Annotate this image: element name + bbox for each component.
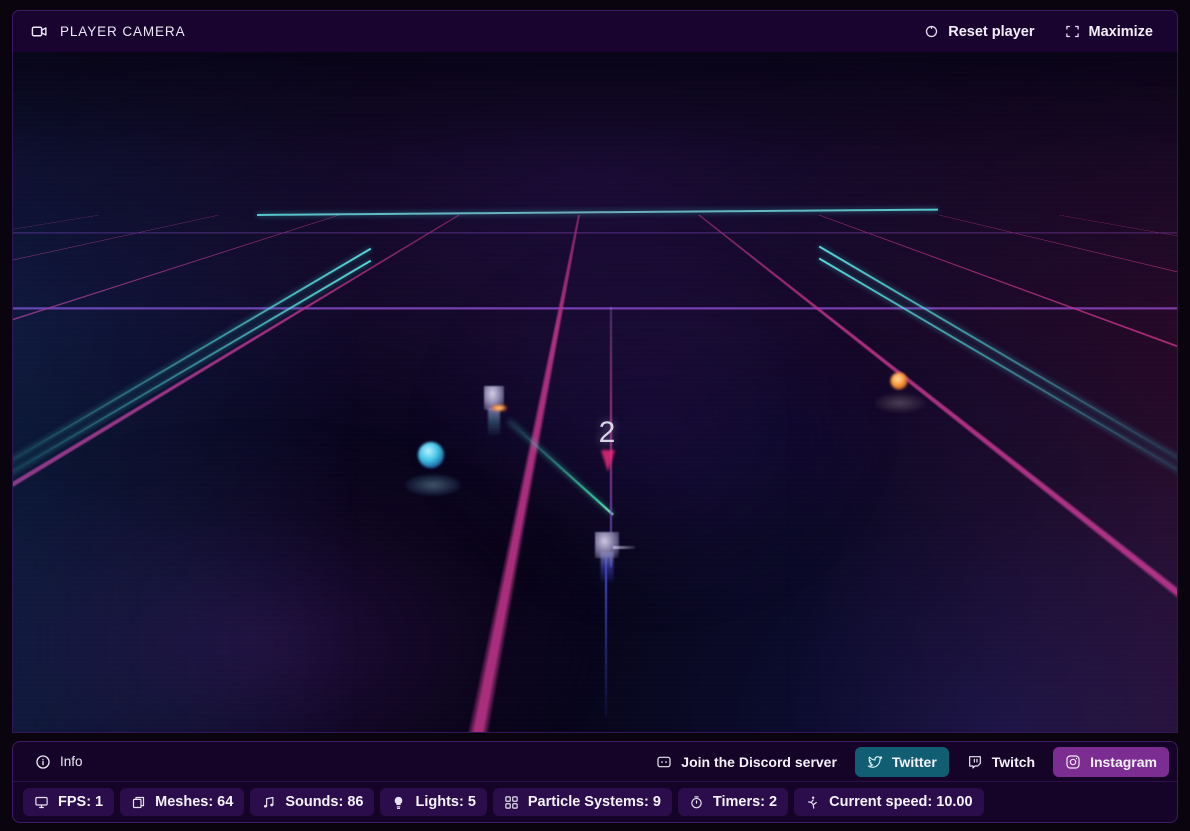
stat-particle-systems: Particle Systems: 9: [493, 788, 672, 816]
muzzle-flash: [491, 404, 507, 411]
hit-cone-marker: [601, 450, 615, 472]
runner-icon: [805, 795, 820, 810]
circle-refresh-icon: [924, 24, 939, 39]
maximize-button[interactable]: Maximize: [1055, 18, 1163, 46]
stat-fps-label: FPS: 1: [58, 794, 103, 810]
stat-lights-label: Lights: 5: [415, 794, 475, 810]
twitch-button[interactable]: Twitch: [955, 747, 1047, 777]
app-root: PLAYER CAMERA Reset player Maximize 2 In…: [0, 0, 1190, 831]
reset-player-label: Reset player: [948, 24, 1034, 40]
stats-bar: FPS: 1 Meshes: 64 Sounds: 86 Lights: 5 P…: [13, 782, 1177, 822]
stat-lights: Lights: 5: [380, 788, 486, 816]
cube-icon: [131, 795, 146, 810]
local-player-legs: [601, 552, 614, 582]
stat-meshes-label: Meshes: 64: [155, 794, 233, 810]
discord-icon: [656, 754, 672, 770]
stat-timers: Timers: 2: [678, 788, 788, 816]
pickup-orange-platform: [874, 393, 926, 413]
local-player-weapon-arm: [613, 546, 635, 549]
stat-sounds-label: Sounds: 86: [285, 794, 363, 810]
pickup-cyan-platform: [405, 474, 461, 496]
remote-player-character: [477, 382, 511, 438]
camera-header-actions: Reset player Maximize: [914, 18, 1163, 46]
floating-score-number: 2: [599, 416, 616, 450]
maximize-icon: [1065, 24, 1080, 39]
reset-player-button[interactable]: Reset player: [914, 18, 1044, 46]
stat-current-speed: Current speed: 10.00: [794, 788, 983, 816]
maximize-label: Maximize: [1089, 24, 1153, 40]
local-player-character: [584, 521, 630, 583]
social-bar: Info Join the Discord server Twitter Twi…: [13, 742, 1177, 782]
stat-sounds: Sounds: 86: [250, 788, 374, 816]
instagram-icon: [1065, 754, 1081, 770]
discord-label: Join the Discord server: [681, 754, 837, 770]
info-label: Info: [60, 754, 83, 769]
game-viewport[interactable]: 2: [12, 52, 1178, 733]
instagram-label: Instagram: [1090, 754, 1157, 770]
stat-current-speed-label: Current speed: 10.00: [829, 794, 972, 810]
twitter-button[interactable]: Twitter: [855, 747, 949, 777]
page-title: PLAYER CAMERA: [60, 24, 185, 39]
video-camera-icon: [31, 23, 48, 40]
grid-icon: [504, 795, 519, 810]
camera-header-left: PLAYER CAMERA: [31, 23, 185, 40]
twitter-label: Twitter: [892, 754, 937, 770]
camera-header-bar: PLAYER CAMERA Reset player Maximize: [12, 10, 1178, 52]
stat-timers-label: Timers: 2: [713, 794, 777, 810]
stat-fps: FPS: 1: [23, 788, 114, 816]
twitch-icon: [967, 754, 983, 770]
pickup-cyan-orb: [418, 442, 444, 468]
info-circle-icon: [35, 754, 51, 770]
music-icon: [261, 795, 276, 810]
scene-floor-grid: [13, 215, 1177, 732]
pickup-orange-orb: [891, 373, 908, 390]
stat-particle-systems-label: Particle Systems: 9: [528, 794, 661, 810]
stat-meshes: Meshes: 64: [120, 788, 244, 816]
social-links: Join the Discord server Twitter Twitch I…: [644, 747, 1169, 777]
discord-button[interactable]: Join the Discord server: [644, 747, 849, 777]
monitor-icon: [34, 795, 49, 810]
stopwatch-icon: [689, 795, 704, 810]
twitter-icon: [867, 754, 883, 770]
info-button[interactable]: Info: [27, 749, 91, 775]
remote-player-legs: [488, 408, 500, 436]
twitch-label: Twitch: [992, 754, 1035, 770]
instagram-button[interactable]: Instagram: [1053, 747, 1169, 777]
bulb-icon: [391, 795, 406, 810]
bottom-panel: Info Join the Discord server Twitter Twi…: [12, 741, 1178, 823]
